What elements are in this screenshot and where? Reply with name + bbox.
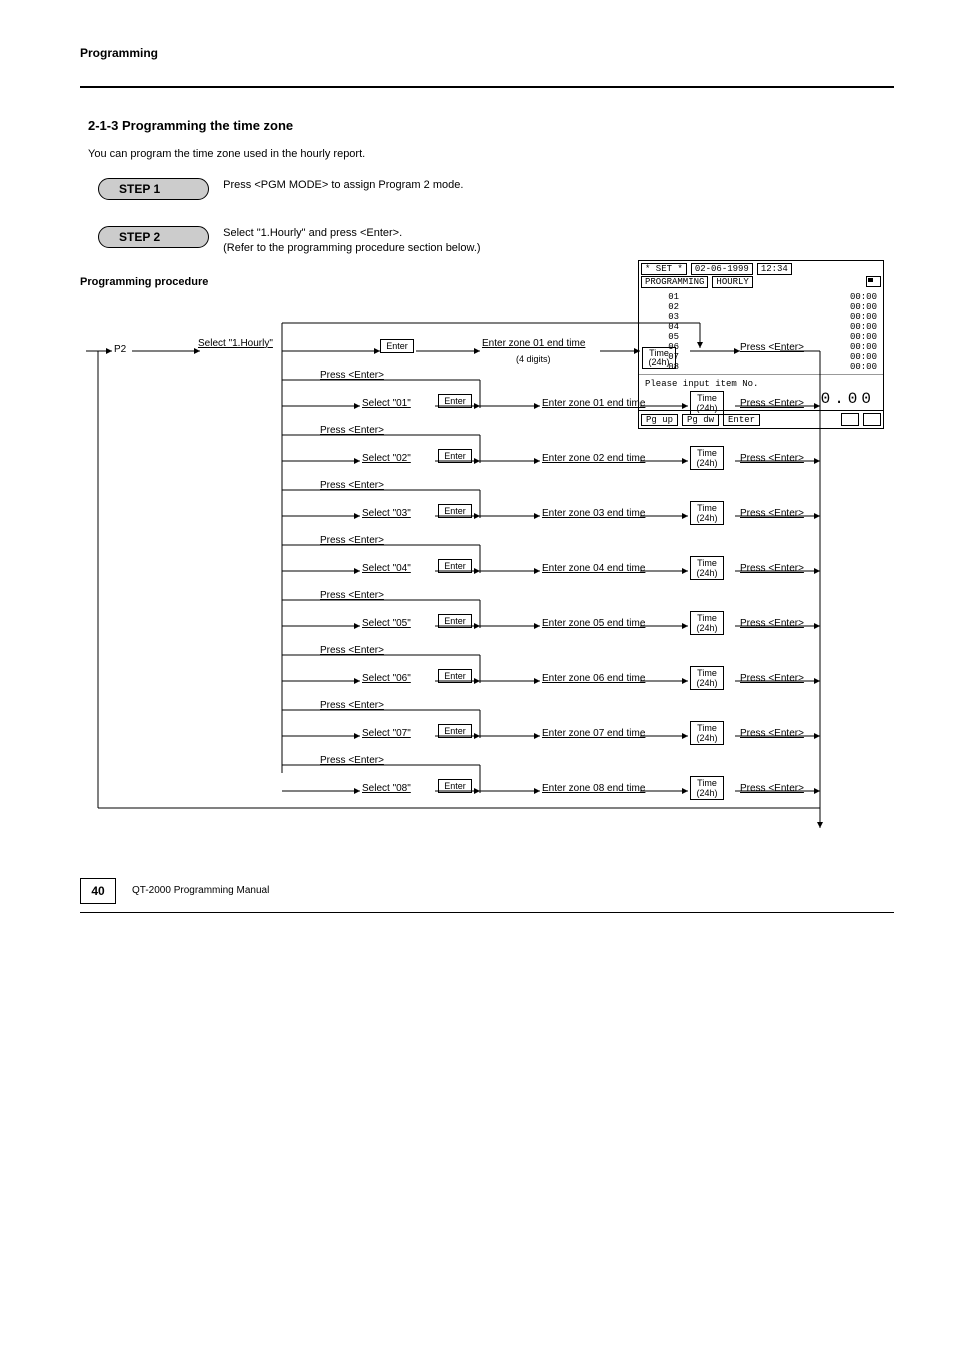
date-indicator: 02-06-1999	[691, 263, 753, 275]
step-pill-2: STEP 2	[98, 226, 209, 248]
flow-return-label: Press <Enter>	[320, 370, 384, 381]
enter-key: Enter	[438, 394, 472, 408]
page-number: 40	[80, 878, 116, 904]
step-2-desc: Select "1.Hourly" and press <Enter>. (Re…	[223, 226, 480, 256]
flow-diagram: P2 Select "1.Hourly" Enter Enter zone 01…	[80, 318, 894, 838]
tab-hourly: HOURLY	[712, 276, 752, 288]
section-intro: You can program the time zone used in th…	[88, 147, 588, 162]
flow-select-hourly: Select "1.Hourly"	[198, 338, 273, 349]
flow-4digits: (4 digits)	[516, 354, 551, 364]
flow-enter-zone01: Enter zone 01 end time	[482, 338, 585, 349]
list-item: 0200:00	[645, 302, 877, 312]
list-item: 0100:00	[645, 292, 877, 302]
time-indicator: 12:34	[757, 263, 792, 275]
divider-bottom	[80, 912, 894, 913]
flow-enter-01: Enter zone 01 end time	[542, 398, 645, 409]
mode-indicator: * SET *	[641, 263, 687, 275]
flow-select-01: Select "01"	[362, 398, 411, 409]
time-key: Time (24h)	[642, 347, 676, 369]
section-heading: 2-1-3 Programming the time zone	[88, 118, 894, 133]
enter-key: Enter	[380, 339, 414, 353]
flow-press-enter: Press <Enter>	[740, 342, 804, 353]
flow-p2-label: P2	[114, 344, 126, 355]
flow-press-enter-01: Press <Enter>	[740, 398, 804, 409]
page-title: Programming	[80, 46, 894, 60]
step-1-desc: Press <PGM MODE> to assign Program 2 mod…	[223, 178, 463, 193]
tab-programming: PROGRAMMING	[641, 276, 708, 288]
step-pill-1: STEP 1	[98, 178, 209, 200]
time-key: Time (24h)	[690, 391, 724, 415]
divider-top	[80, 86, 894, 88]
scroll-indicator-icon	[866, 276, 881, 287]
manual-reference: QT-2000 Programming Manual	[132, 885, 269, 896]
